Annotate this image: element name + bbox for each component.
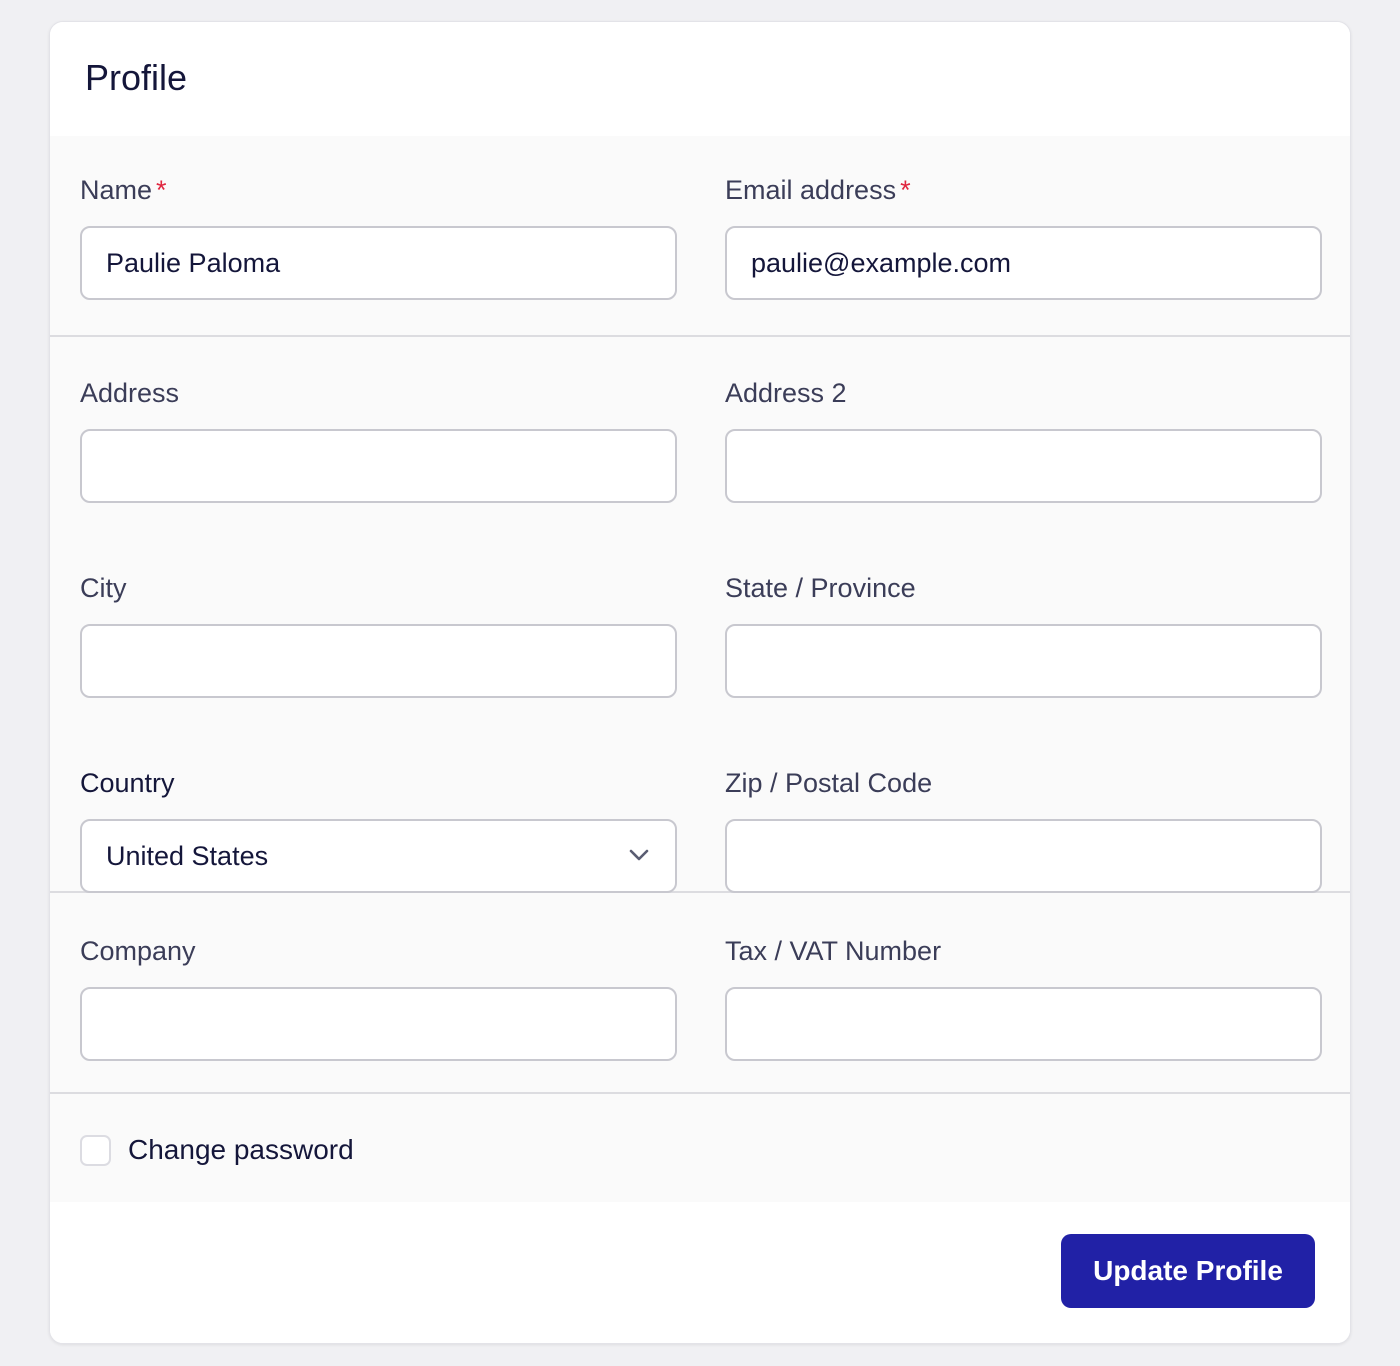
update-profile-button[interactable]: Update Profile bbox=[1061, 1234, 1315, 1308]
name-field-group: Name * bbox=[80, 172, 677, 300]
tax-input[interactable] bbox=[725, 987, 1322, 1061]
name-label: Name * bbox=[80, 175, 167, 205]
country-selected-value: United States bbox=[106, 840, 269, 871]
company-field-group: Company bbox=[80, 933, 677, 1061]
zip-field-group: Zip / Postal Code bbox=[725, 765, 1322, 893]
address-input[interactable] bbox=[80, 429, 677, 503]
zip-label: Zip / Postal Code bbox=[725, 768, 933, 798]
city-field-group: City bbox=[80, 570, 677, 698]
country-label: Country bbox=[80, 768, 175, 798]
change-password-checkbox[interactable] bbox=[80, 1134, 111, 1166]
change-password-toggle[interactable]: Change password bbox=[80, 1134, 354, 1166]
profile-card: Profile Name* Email address* Address Add… bbox=[49, 21, 1351, 1344]
section-address: Address Address 2 City State / Province … bbox=[50, 337, 1350, 893]
zip-input[interactable] bbox=[725, 819, 1322, 893]
email-label: Email address * bbox=[725, 175, 911, 205]
state-label: State / Province bbox=[725, 573, 916, 603]
company-input[interactable] bbox=[80, 987, 677, 1061]
chevron-down-icon bbox=[629, 849, 649, 861]
address-field-group: Address bbox=[80, 375, 677, 503]
change-password-label: Change password bbox=[128, 1134, 354, 1165]
name-input[interactable] bbox=[80, 226, 677, 300]
email-field-group: Email address * bbox=[725, 172, 1322, 300]
tax-label: Tax / VAT Number bbox=[725, 936, 942, 966]
address-label: Address bbox=[80, 378, 180, 408]
state-field-group: State / Province bbox=[725, 570, 1322, 698]
state-input[interactable] bbox=[725, 624, 1322, 698]
address2-field-group: Address 2 bbox=[725, 375, 1322, 503]
address2-input[interactable] bbox=[725, 429, 1322, 503]
address2-label: Address 2 bbox=[725, 378, 847, 408]
section-identity: Name* Email address* bbox=[50, 136, 1350, 337]
section-company: Company Tax / VAT Number bbox=[50, 893, 1350, 1094]
email-input[interactable] bbox=[725, 226, 1322, 300]
country-field-group: Country United States bbox=[80, 765, 677, 893]
city-input[interactable] bbox=[80, 624, 677, 698]
city-label: City bbox=[80, 573, 127, 603]
company-label: Company bbox=[80, 936, 196, 966]
required-marker: * bbox=[900, 175, 911, 205]
card-header: Profile bbox=[50, 22, 1350, 136]
card-footer: Update Profile bbox=[50, 1202, 1350, 1343]
country-select[interactable]: United States bbox=[80, 819, 677, 893]
page-title: Profile bbox=[85, 57, 188, 98]
required-marker: * bbox=[156, 175, 167, 205]
tax-field-group: Tax / VAT Number bbox=[725, 933, 1322, 1061]
section-password: Change password bbox=[50, 1094, 1350, 1202]
